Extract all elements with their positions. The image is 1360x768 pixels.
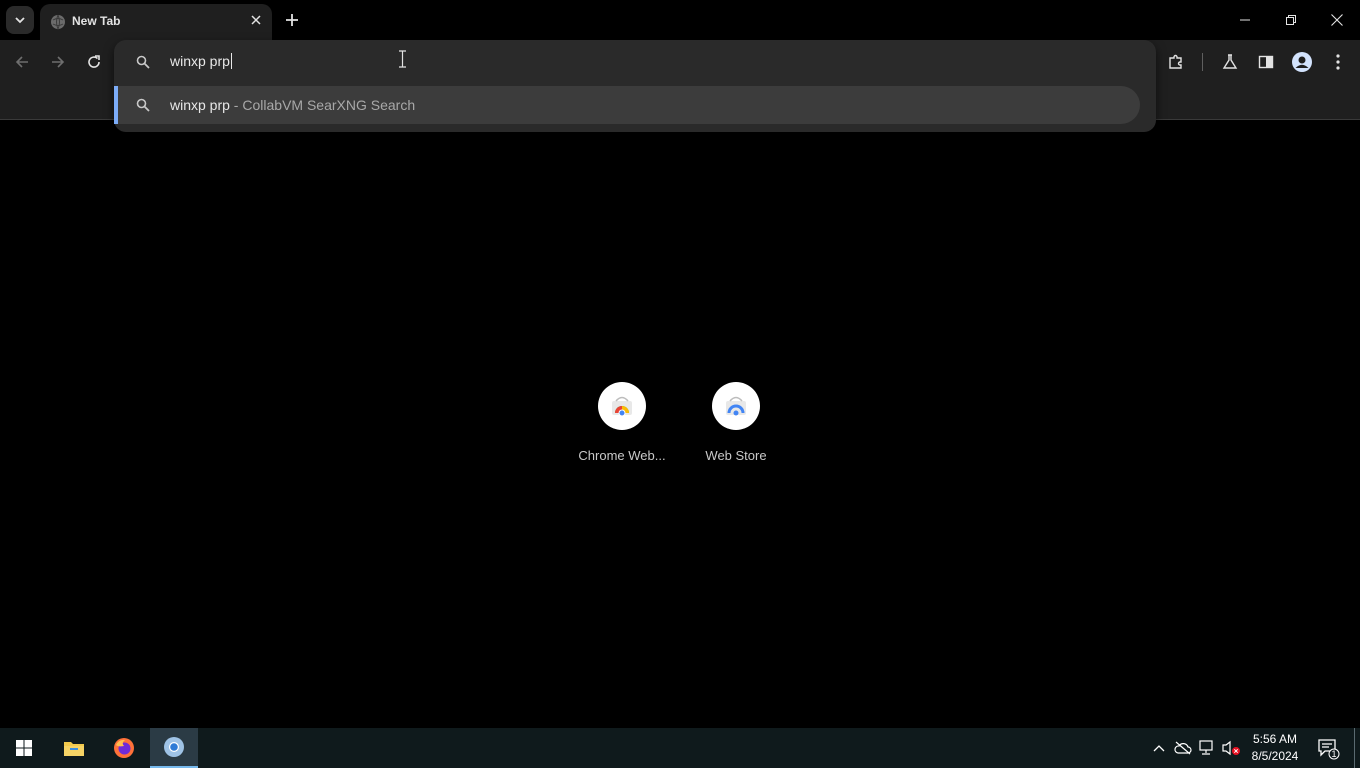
flask-icon xyxy=(1222,54,1238,69)
shortcut-label: Chrome Web... xyxy=(578,448,666,463)
ibeam-cursor-icon xyxy=(399,50,406,68)
labs-button[interactable] xyxy=(1218,50,1242,74)
file-explorer-icon xyxy=(64,742,84,756)
suggestion-selected-indicator xyxy=(114,86,118,124)
firefox-icon xyxy=(114,738,134,758)
cloud-off-icon xyxy=(1174,741,1192,755)
search-icon xyxy=(136,55,150,69)
back-button[interactable] xyxy=(10,50,34,74)
menu-button[interactable] xyxy=(1326,50,1350,74)
omnibox-popup: winxp prp winxp prp - CollabVM SearXNG S… xyxy=(114,40,1156,132)
action-center-button[interactable]: 1 xyxy=(1316,736,1340,760)
globe-icon xyxy=(51,14,65,30)
address-bar[interactable]: winxp prp xyxy=(114,40,1156,84)
tray-onedrive[interactable] xyxy=(1173,738,1193,758)
minimize-button[interactable] xyxy=(1222,0,1268,40)
arrow-right-icon xyxy=(52,56,65,68)
forward-button[interactable] xyxy=(46,50,70,74)
plus-icon xyxy=(286,14,298,26)
puzzle-icon xyxy=(1169,54,1182,69)
suggestion-engine: CollabVM SearXNG Search xyxy=(242,97,416,113)
clock-time: 5:56 AM xyxy=(1252,732,1298,746)
window-close-button[interactable] xyxy=(1314,0,1360,40)
reload-icon xyxy=(88,55,100,68)
suggestion-query: winxp prp xyxy=(170,97,230,113)
more-vert-icon xyxy=(1336,54,1340,70)
shortcut-label: Web Store xyxy=(705,448,767,463)
chevron-down-icon xyxy=(15,17,25,24)
shortcut-tile xyxy=(598,382,646,430)
windows-start-icon xyxy=(16,740,32,756)
taskbar-clock[interactable]: 5:56 AM 8/5/2024 xyxy=(1244,731,1306,765)
profile-button[interactable] xyxy=(1290,50,1314,74)
volume-muted-icon xyxy=(1222,740,1240,756)
show-hidden-icons-button[interactable] xyxy=(1149,738,1169,758)
new-tab-button[interactable] xyxy=(280,8,304,32)
tray-volume[interactable] xyxy=(1221,738,1241,758)
address-input[interactable]: winxp prp xyxy=(170,53,232,69)
close-icon xyxy=(251,15,261,25)
tab-new-tab[interactable]: New Tab xyxy=(40,4,272,40)
toolbar-divider xyxy=(1202,53,1203,71)
suggestion-separator: - xyxy=(229,97,243,113)
chevron-up-icon xyxy=(1153,745,1165,752)
side-panel-button[interactable] xyxy=(1254,50,1278,74)
search-icon xyxy=(136,98,150,112)
network-icon xyxy=(1199,740,1213,755)
close-icon xyxy=(1331,14,1343,26)
shortcut-tile xyxy=(712,382,760,430)
clock-date: 8/5/2024 xyxy=(1251,749,1299,763)
minimize-icon xyxy=(1240,19,1250,21)
web-store-icon xyxy=(726,396,746,416)
taskbar-chrome[interactable] xyxy=(150,728,198,768)
text-caret xyxy=(230,53,232,69)
shortcut-chrome-web-store[interactable]: Chrome Web... xyxy=(566,380,678,470)
tab-search-button[interactable] xyxy=(6,6,34,34)
tab-title: New Tab xyxy=(72,14,121,28)
tray-network[interactable] xyxy=(1197,738,1217,758)
taskbar-firefox[interactable] xyxy=(100,728,148,768)
tab-close-button[interactable] xyxy=(246,10,266,30)
windows-taskbar: 5:56 AM 8/5/2024 1 xyxy=(0,728,1360,768)
shortcut-web-store[interactable]: Web Store xyxy=(680,380,792,470)
show-desktop-button[interactable] xyxy=(1354,728,1355,768)
tab-strip: New Tab xyxy=(0,0,1360,40)
side-panel-icon xyxy=(1258,55,1274,69)
restore-button[interactable] xyxy=(1268,0,1314,40)
suggestion-text: winxp prp - CollabVM SearXNG Search xyxy=(170,97,415,113)
avatar-icon xyxy=(1292,52,1312,72)
notification-count: 1 xyxy=(1331,749,1337,759)
chrome-web-store-icon xyxy=(612,396,632,417)
restore-icon xyxy=(1286,15,1296,25)
taskbar-file-explorer[interactable] xyxy=(50,728,98,768)
reload-button[interactable] xyxy=(82,50,106,74)
extensions-button[interactable] xyxy=(1164,50,1188,74)
omnibox-suggestion[interactable]: winxp prp - CollabVM SearXNG Search xyxy=(114,86,1140,124)
arrow-left-icon xyxy=(15,56,28,68)
chrome-icon xyxy=(164,737,184,757)
start-button[interactable] xyxy=(0,728,48,768)
